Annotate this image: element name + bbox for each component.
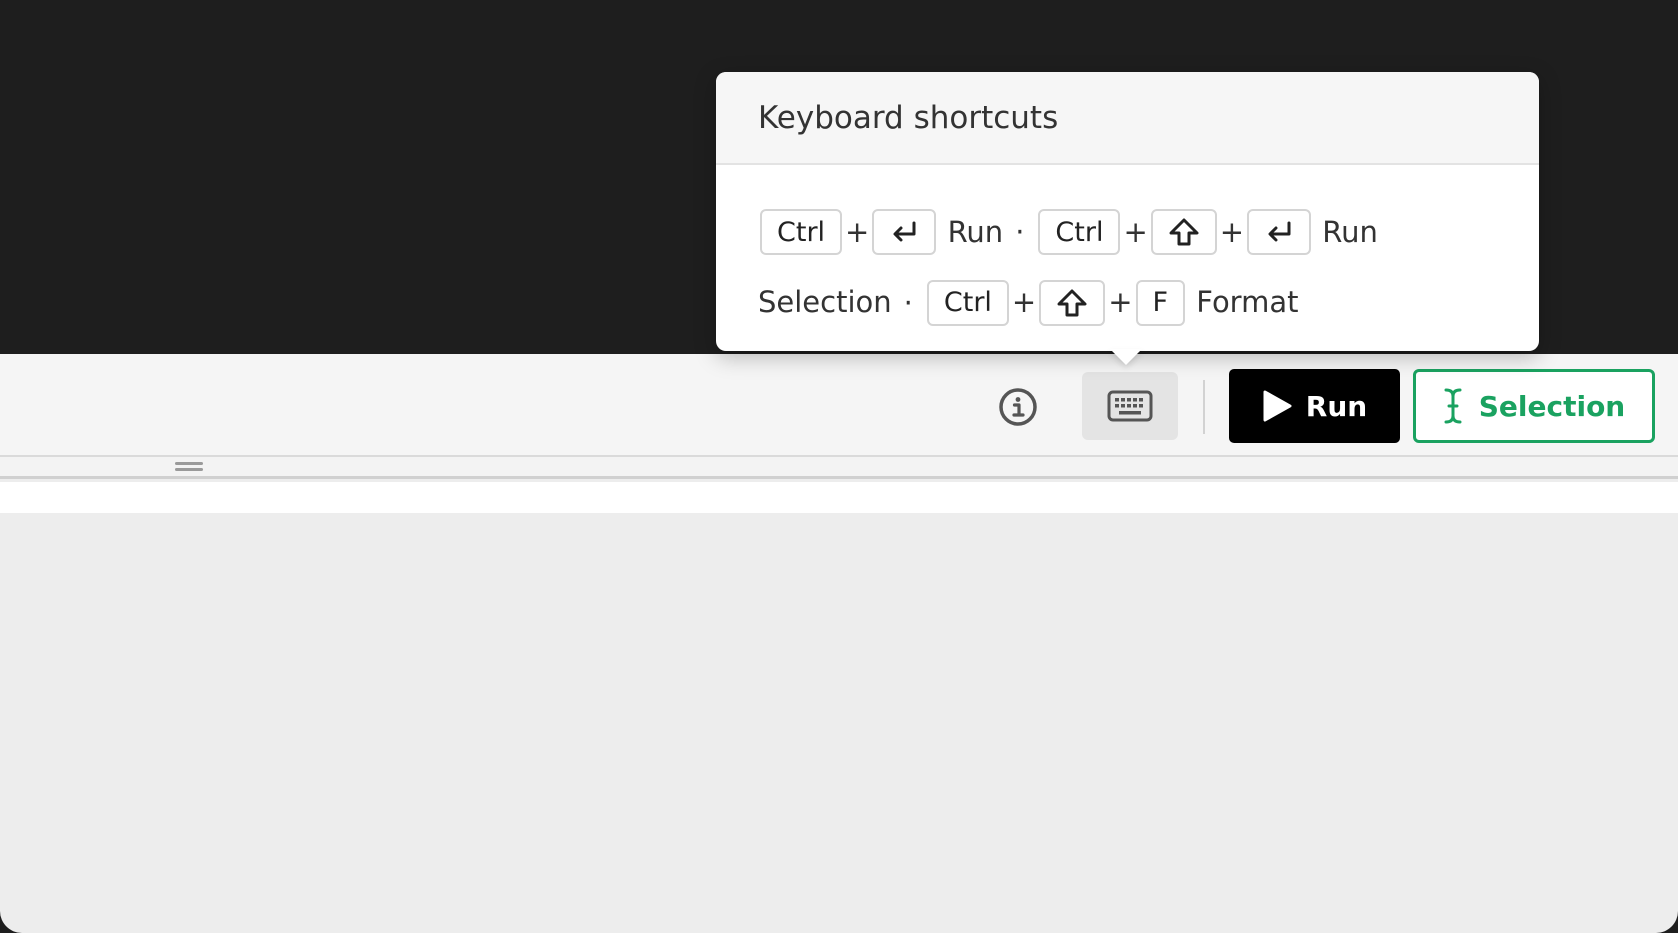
separator-dot: · (1015, 215, 1025, 249)
toolbar-divider (1203, 380, 1205, 434)
plus-sign: + (845, 214, 870, 249)
enter-key-icon (893, 221, 916, 242)
panel-resize-handle[interactable] (0, 457, 1678, 479)
key-ctrl: Ctrl (760, 209, 843, 255)
keyboard-shortcuts-popover: Keyboard shortcuts Ctrl + Run · Ctrl + + Run … (716, 72, 1539, 351)
shortcut-list: Ctrl + Run · Ctrl + + Run Selection · Ctrl + + F F… (716, 165, 1539, 339)
info-button[interactable] (993, 382, 1043, 432)
plus-sign: + (1123, 214, 1148, 249)
popover-title: Keyboard shortcuts (716, 72, 1539, 165)
run-button[interactable]: Run (1229, 369, 1400, 443)
run-button-label: Run (1305, 389, 1368, 423)
info-icon (999, 388, 1037, 426)
key-ctrl: Ctrl (1038, 209, 1121, 255)
key-enter (1247, 209, 1312, 255)
key-f: F (1135, 279, 1186, 326)
selection-button-label: Selection (1478, 389, 1626, 423)
shortcut-label-run-selection: Run (1322, 214, 1378, 249)
key-enter (872, 209, 937, 255)
run-selection-button[interactable]: Selection (1413, 369, 1655, 443)
popover-arrow (1110, 349, 1142, 365)
plus-sign: + (1219, 214, 1245, 249)
text-cursor-icon (1444, 388, 1462, 424)
plus-sign: + (1108, 285, 1133, 319)
results-panel: Run Selection (0, 354, 1678, 933)
key-shift (1150, 209, 1217, 255)
keyboard-icon (1107, 390, 1153, 422)
editor-toolbar: Run Selection (0, 354, 1678, 457)
key-shift (1039, 279, 1106, 326)
shift-key-icon (1057, 289, 1087, 316)
shortcut-label-format: Format (1196, 285, 1299, 319)
play-icon (1263, 390, 1292, 422)
shortcut-label-selection: Selection (758, 285, 892, 319)
shift-key-icon (1169, 218, 1199, 246)
plus-sign: + (1011, 285, 1037, 319)
separator-dot: · (903, 285, 913, 320)
key-ctrl: Ctrl (926, 279, 1009, 326)
keyboard-shortcuts-button[interactable] (1082, 372, 1178, 440)
shortcut-label-run: Run (947, 214, 1004, 249)
results-header (0, 482, 1678, 513)
drag-handle-icon (175, 462, 203, 471)
enter-key-icon (1268, 221, 1291, 242)
